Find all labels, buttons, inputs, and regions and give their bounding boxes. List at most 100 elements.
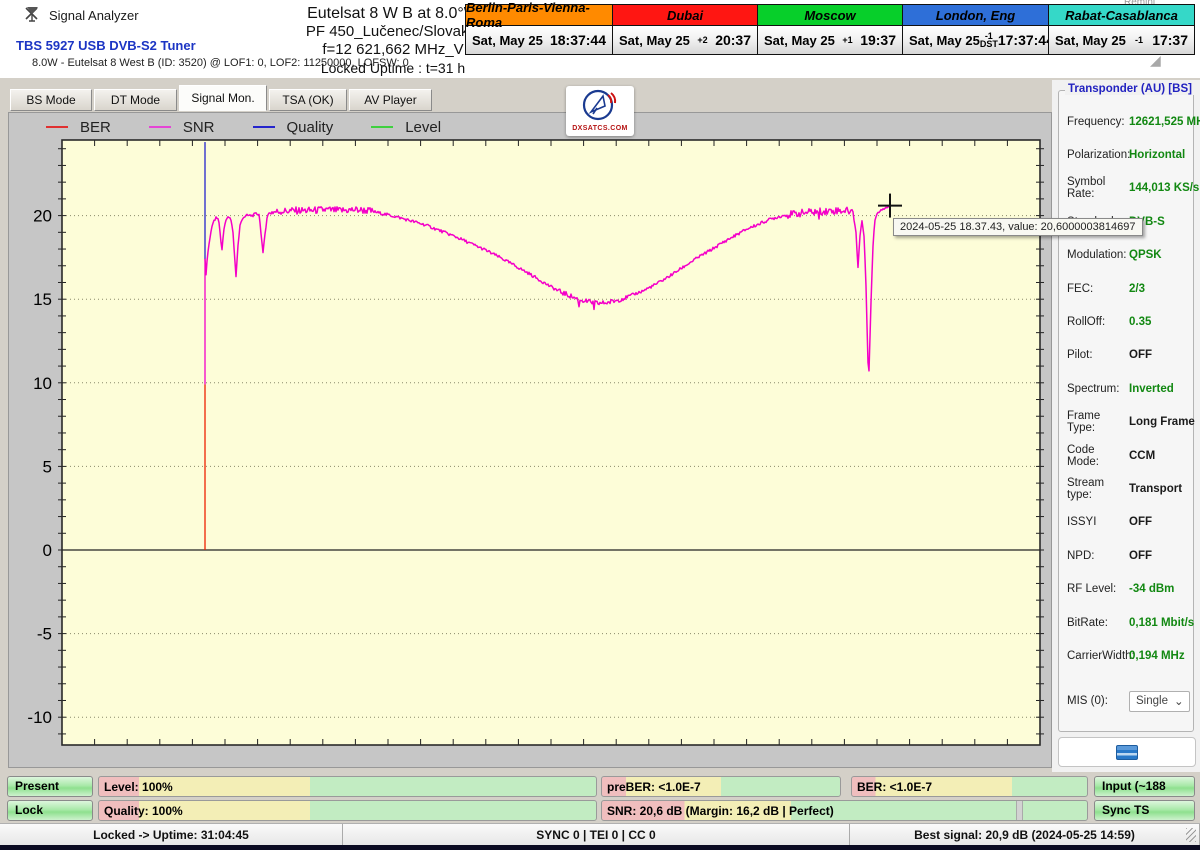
clock-date: Sat, May 25 xyxy=(466,33,543,48)
transponder-value: QPSK xyxy=(1129,249,1162,261)
transponder-row: Polarization:Horizontal xyxy=(1059,138,1193,171)
signal-bar-label: Level: 100% xyxy=(104,777,173,797)
legend-label: Level xyxy=(405,119,441,136)
transponder-label: FEC: xyxy=(1067,283,1129,295)
clock-resize-grip-icon: ◢ xyxy=(1150,52,1161,69)
logo-text: DXSATCS.COM xyxy=(566,125,634,132)
transponder-value: Transport xyxy=(1129,483,1182,495)
clock-date: Sat, May 25 xyxy=(1049,33,1126,48)
transponder-value: -34 dBm xyxy=(1129,583,1174,595)
statusbar-section: Best signal: 20,9 dB (2024-05-25 14:59) xyxy=(850,824,1200,846)
transponder-label: Symbol Rate: xyxy=(1067,176,1129,200)
transponder-label: Pilot: xyxy=(1067,349,1129,361)
transponder-value: 0.35 xyxy=(1129,316,1151,328)
status-pill-input-kbps-: Input (~188 Kbps) xyxy=(1094,776,1195,797)
tab-signal-mon-[interactable]: Signal Mon. xyxy=(179,85,267,111)
transponder-value: Inverted xyxy=(1129,383,1174,395)
tab-av-player[interactable]: AV Player xyxy=(349,89,432,111)
bar-marker xyxy=(1016,801,1023,820)
tab-bs-mode[interactable]: BS Mode xyxy=(10,89,92,111)
transponder-label: Spectrum: xyxy=(1067,383,1129,395)
status-bar: Locked -> Uptime: 31:04:45SYNC 0 | TEI 0… xyxy=(0,823,1200,845)
signal-bar-label: Quality: 100% xyxy=(104,801,183,821)
legend-item-snr: SNR xyxy=(149,119,215,136)
transponder-value: 144,013 KS/s xyxy=(1129,182,1199,194)
transponder-row: Spectrum:Inverted xyxy=(1059,372,1193,405)
legend-swatch xyxy=(46,126,68,128)
transponder-label: Code Mode: xyxy=(1067,444,1129,468)
transponder-row: BitRate:0,181 Mbit/s xyxy=(1059,606,1193,639)
clock-time: 20:37 xyxy=(715,32,757,48)
status-pill-sync-ts: Sync TS xyxy=(1094,800,1195,821)
transponder-value: OFF xyxy=(1129,349,1152,361)
legend-swatch xyxy=(149,126,171,128)
tab-tsa-ok-[interactable]: TSA (OK) xyxy=(269,89,347,111)
transponder-sidebar: Transponder (AU) [BS] Frequency:12621,52… xyxy=(1052,80,1200,772)
transponder-row: Pilot:OFF xyxy=(1059,339,1193,372)
transponder-row: Modulation:QPSK xyxy=(1059,239,1193,272)
legend-swatch xyxy=(371,126,393,128)
mis-dropdown[interactable]: Single⌄ xyxy=(1129,691,1190,712)
legend-item-level: Level xyxy=(371,119,441,136)
transponder-label: Stream type: xyxy=(1067,477,1129,501)
transponder-value: OFF xyxy=(1129,550,1152,562)
clock-date: Sat, May 25 xyxy=(758,33,835,48)
transponder-value: 2/3 xyxy=(1129,283,1145,295)
transponder-label: ISSYI xyxy=(1067,516,1129,528)
chart-legend: BER SNR Quality Level xyxy=(8,114,441,140)
chevron-down-icon: ⌄ xyxy=(1168,694,1189,708)
clock-city-label: London, Eng xyxy=(903,5,1048,26)
transponder-value: Long Frame xyxy=(1129,416,1195,428)
bottom-dark-strip xyxy=(0,845,1200,850)
statusbar-resize-grip[interactable] xyxy=(1186,828,1196,842)
mis-row: MIS (0):Single⌄ xyxy=(1059,685,1193,718)
svg-text:5: 5 xyxy=(43,457,52,476)
transponder-row: RF Level:-34 dBm xyxy=(1059,572,1193,605)
transponder-groupbox-title: Transponder (AU) [BS] xyxy=(1065,83,1195,95)
sidebar-tool-button[interactable] xyxy=(1058,737,1196,767)
transponder-label: Frequency: xyxy=(1067,116,1129,128)
transponder-value: 0,181 Mbit/s xyxy=(1129,617,1194,629)
transponder-label: RollOff: xyxy=(1067,316,1129,328)
transponder-value: Horizontal xyxy=(1129,149,1185,161)
signal-bar: Level: 100% xyxy=(98,776,597,797)
svg-text:0: 0 xyxy=(43,541,52,560)
signal-bar-label: preBER: <1.0E-7 xyxy=(607,777,701,797)
clock-rabat-casablanca: Rabat-CasablancaSat, May 25-117:37 xyxy=(1048,4,1195,55)
transponder-value: 12621,525 MHz xyxy=(1129,116,1200,128)
clock-dubai: DubaiSat, May 25+220:37 xyxy=(612,4,758,55)
transponder-row: CarrierWidth:0,194 MHz xyxy=(1059,639,1193,672)
clock-utc-offset: +1 xyxy=(835,36,860,44)
transponder-label: Modulation: xyxy=(1067,249,1129,261)
transponder-groupbox: Transponder (AU) [BS] Frequency:12621,52… xyxy=(1058,90,1194,732)
transponder-value: OFF xyxy=(1129,516,1152,528)
signal-bar: preBER: <1.0E-7 xyxy=(601,776,841,797)
transponder-row: Code Mode:CCM xyxy=(1059,439,1193,472)
clock-time: 18:37:44 xyxy=(550,32,612,48)
transponder-label: BitRate: xyxy=(1067,617,1129,629)
tab-dt-mode[interactable]: DT Mode xyxy=(94,89,177,111)
signal-bar-label: SNR: 20,6 dB (Margin: 16,2 dB | Perfect) xyxy=(607,801,834,821)
clock-utc-offset: +2 xyxy=(690,36,715,44)
clock-moscow: MoscowSat, May 25+119:37 xyxy=(757,4,903,55)
locked-uptime-line: Locked Uptime : t=31 h xyxy=(258,59,528,77)
server-stripes-icon xyxy=(1116,745,1138,760)
status-pill-lock: Lock xyxy=(7,800,93,821)
legend-item-quality: Quality xyxy=(253,119,334,136)
clock-city-label: Berlin-Paris-Vienna-Roma xyxy=(466,5,612,26)
svg-text:20: 20 xyxy=(33,207,52,226)
world-clocks: Berlin-Paris-Vienna-Roma Sat, May 25 18:37… xyxy=(466,4,1195,55)
transponder-label: CarrierWidth: xyxy=(1067,650,1129,662)
legend-item-ber: BER xyxy=(46,119,111,136)
svg-text:-10: -10 xyxy=(27,708,52,727)
signal-bar: SNR: 20,6 dB (Margin: 16,2 dB | Perfect) xyxy=(601,800,1088,821)
satellite-dish-logo-icon xyxy=(581,88,619,122)
svg-text:15: 15 xyxy=(33,290,52,309)
transponder-label: RF Level: xyxy=(1067,583,1129,595)
status-pill-present: Present xyxy=(7,776,93,797)
clock-city-label: Rabat-Casablanca xyxy=(1049,5,1194,26)
clock-city-label: Dubai xyxy=(613,5,757,26)
dxsatcs-logo: DXSATCS.COM xyxy=(566,86,634,136)
clock-berlin-paris-vienna-roma: Berlin-Paris-Vienna-Roma Sat, May 25 18:37… xyxy=(465,4,613,55)
clock-utc-offset: -1 xyxy=(1126,36,1152,44)
